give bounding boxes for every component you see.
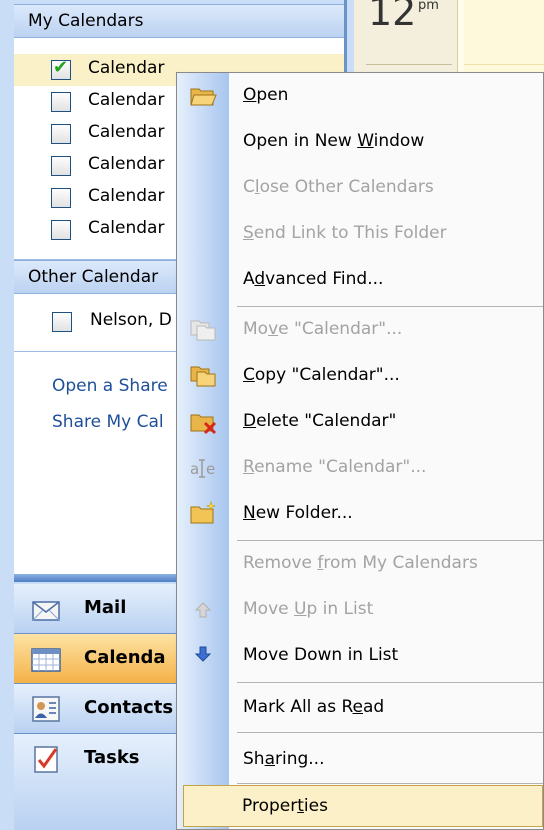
calendar-row-label: Calendar <box>88 218 165 238</box>
calendar-row-label: Calendar <box>88 58 165 78</box>
menu-item-label: Rename "Calendar"... <box>243 457 427 477</box>
calendar-checkbox[interactable] <box>51 220 71 240</box>
open-folder-icon <box>190 88 217 106</box>
menu-item-label: Move Up in List <box>243 599 374 619</box>
calendar-row-label: Nelson, D <box>90 310 172 330</box>
menu-item-open-in-new-window[interactable]: Open in New Window <box>177 119 544 165</box>
menu-item-label: Move Down in List <box>243 645 399 665</box>
calendar-row-label: Calendar <box>88 122 165 142</box>
menu-item-copy[interactable]: Copy "Calendar"... <box>177 353 544 399</box>
menu-item-remove-from-my-calendars[interactable]: Remove from My Calendars <box>177 541 544 587</box>
share-my-calendar-link[interactable]: Share My Cal <box>52 412 164 432</box>
contacts-icon <box>32 696 60 722</box>
ampm-label: pm <box>418 0 439 13</box>
menu-item-properties[interactable]: Properties <box>183 785 543 827</box>
menu-item-label: Sharing... <box>243 749 325 769</box>
menu-item-advanced-find[interactable]: Advanced Find... <box>177 257 544 303</box>
menu-separator <box>237 783 543 784</box>
calendar-row-label: Calendar <box>88 186 165 206</box>
menu-item-label: New Folder... <box>243 503 353 523</box>
open-shared-calendar-link[interactable]: Open a Share <box>52 376 168 396</box>
nav-button-label: Mail <box>84 597 127 618</box>
copy-folder-icon <box>190 366 216 387</box>
menu-separator <box>237 732 543 733</box>
calendar-checkbox[interactable] <box>51 92 71 112</box>
calendar-row-label: Calendar <box>88 90 165 110</box>
svg-text:a: a <box>190 460 199 478</box>
menu-item-open[interactable]: Open <box>177 73 544 119</box>
menu-item-sharing[interactable]: Sharing... <box>177 737 544 783</box>
menu-item-move-down-in-list[interactable]: Move Down in List <box>177 633 544 679</box>
checkmark-icon: ✔ <box>53 57 69 78</box>
menu-item-label: Properties <box>242 796 328 816</box>
my-calendars-header[interactable]: My Calendars <box>14 4 344 38</box>
calendar-checkbox[interactable] <box>52 312 72 332</box>
calendar-checkbox[interactable]: ✔ <box>51 57 71 80</box>
menu-separator <box>237 682 543 683</box>
menu-item-new-folder[interactable]: New Folder... <box>177 491 544 537</box>
slot-divider <box>464 64 544 65</box>
calendar-icon <box>31 648 61 672</box>
menu-item-label: Send Link to This Folder <box>243 223 447 243</box>
menu-item-move[interactable]: Move "Calendar"... <box>177 307 544 353</box>
menu-item-label: Advanced Find... <box>243 269 384 289</box>
context-menu: Open Open in New Window Close Other Cale… <box>176 72 544 830</box>
nav-button-label: Calenda <box>84 647 166 668</box>
calendar-checkbox[interactable] <box>51 124 71 144</box>
move-folder-icon <box>190 320 216 341</box>
menu-item-label: Open <box>243 85 289 105</box>
nav-button-label: Tasks <box>84 747 140 768</box>
menu-item-label: Close Other Calendars <box>243 177 434 197</box>
calendar-checkbox[interactable] <box>51 188 71 208</box>
menu-item-mark-all-as-read[interactable]: Mark All as Read <box>177 685 544 731</box>
menu-item-move-up-in-list[interactable]: Move Up in List <box>177 587 544 633</box>
calendar-row-label: Calendar <box>88 154 165 174</box>
tasks-icon <box>34 746 58 773</box>
delete-folder-icon <box>190 414 217 435</box>
menu-item-delete[interactable]: Delete "Calendar" <box>177 399 544 445</box>
menu-item-label: Copy "Calendar"... <box>243 365 400 385</box>
menu-item-label: Delete "Calendar" <box>243 411 397 431</box>
new-folder-icon <box>190 501 216 524</box>
arrow-up-icon <box>194 602 212 618</box>
menu-item-label: Move "Calendar"... <box>243 319 403 339</box>
menu-item-label: Remove from My Calendars <box>243 553 478 573</box>
hour-divider <box>366 64 452 65</box>
menu-item-close-other-calendars[interactable]: Close Other Calendars <box>177 165 544 211</box>
mail-icon <box>32 601 60 621</box>
rename-icon: a e <box>190 459 215 478</box>
menu-item-rename[interactable]: a e Rename "Calendar"... <box>177 445 544 491</box>
menu-item-label: Mark All as Read <box>243 697 385 717</box>
svg-text:e: e <box>206 460 215 478</box>
hour-label: 12 <box>368 0 417 34</box>
calendar-checkbox[interactable] <box>51 156 71 176</box>
nav-button-label: Contacts <box>84 697 174 718</box>
menu-item-send-link[interactable]: Send Link to This Folder <box>177 211 544 257</box>
arrow-down-icon <box>194 646 212 662</box>
menu-item-label: Open in New Window <box>243 131 425 151</box>
